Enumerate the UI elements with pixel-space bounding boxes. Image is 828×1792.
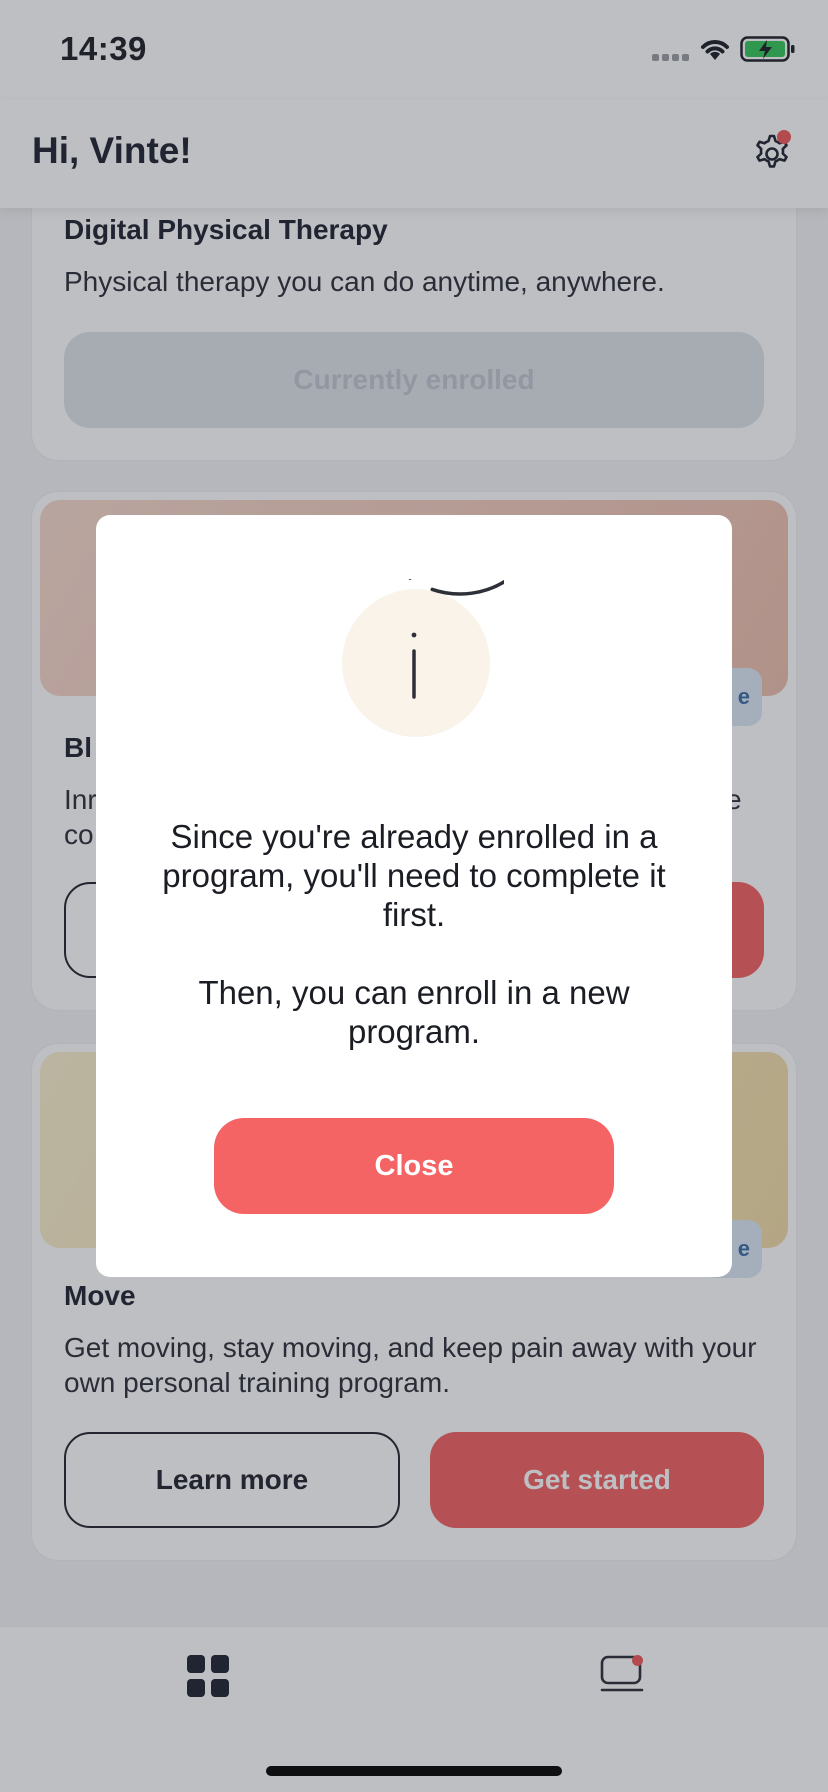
home-indicator[interactable] [266, 1766, 562, 1776]
dialog-message: Since you're already enrolled in a progr… [136, 817, 692, 1051]
dialog-message-primary: Since you're already enrolled in a progr… [162, 818, 666, 933]
already-enrolled-dialog: Since you're already enrolled in a progr… [96, 515, 732, 1277]
close-button[interactable]: Close [214, 1118, 614, 1214]
dialog-message-secondary: Then, you can enroll in a new program. [198, 974, 630, 1050]
info-icon [342, 579, 504, 737]
